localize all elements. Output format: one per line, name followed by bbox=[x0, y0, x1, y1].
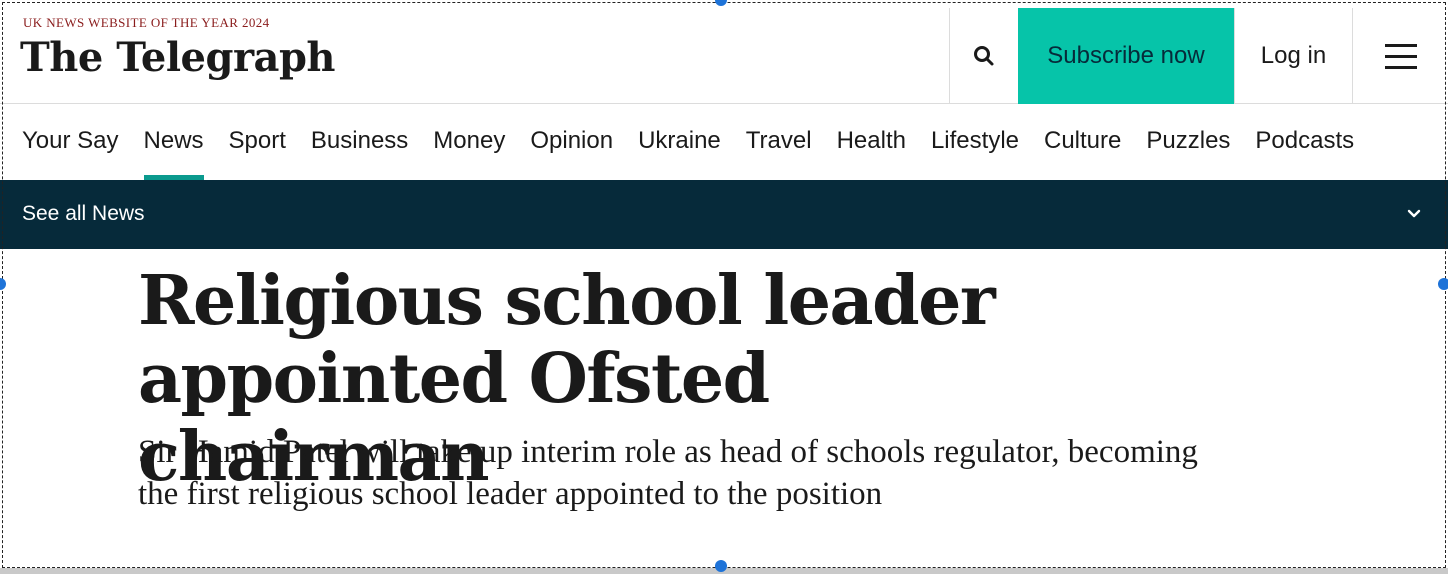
chevron-down-icon[interactable] bbox=[1405, 204, 1423, 222]
award-tagline: UK NEWS WEBSITE OF THE YEAR 2024 bbox=[23, 15, 270, 30]
nav-item-business[interactable]: Business bbox=[311, 104, 408, 180]
subnav-bar[interactable]: See all News bbox=[0, 180, 1448, 249]
menu-button[interactable] bbox=[1352, 8, 1448, 104]
nav-item-news[interactable]: News bbox=[143, 104, 204, 180]
nav-item-your-say[interactable]: Your Say bbox=[22, 104, 119, 180]
nav-item-ukraine[interactable]: Ukraine bbox=[638, 104, 721, 180]
nav-item-opinion[interactable]: Opinion bbox=[530, 104, 613, 180]
nav-item-podcasts[interactable]: Podcasts bbox=[1255, 104, 1354, 180]
hamburger-menu-icon bbox=[1384, 43, 1417, 69]
nav-fade-overlay bbox=[1368, 104, 1448, 180]
login-button[interactable]: Log in bbox=[1234, 8, 1352, 104]
nav-item-lifestyle[interactable]: Lifestyle bbox=[931, 104, 1019, 180]
article-standfirst: Sir Hamid Patel will take up interim rol… bbox=[138, 434, 1198, 512]
subscribe-button[interactable]: Subscribe now bbox=[1018, 8, 1234, 104]
section-nav: Your Say News Sport Business Money Opinion Ukr… bbox=[0, 104, 1448, 180]
nav-item-travel[interactable]: Travel bbox=[746, 104, 812, 180]
telegraph-logo[interactable]: The Telegraph bbox=[20, 34, 336, 81]
section-nav-list: Your Say News Sport Business Money Opinion Ukr… bbox=[22, 104, 1379, 180]
nav-item-money[interactable]: Money bbox=[433, 104, 505, 180]
header-actions: Subscribe now Log in bbox=[949, 8, 1448, 104]
resize-handle-right[interactable] bbox=[1438, 278, 1448, 290]
search-button[interactable] bbox=[949, 8, 1018, 104]
search-icon bbox=[974, 46, 994, 66]
nav-item-health[interactable]: Health bbox=[837, 104, 906, 180]
site-header: UK NEWS WEBSITE OF THE YEAR 2024 The Tel… bbox=[0, 0, 1448, 104]
see-all-news-link[interactable]: See all News bbox=[22, 202, 145, 226]
resize-handle-left[interactable] bbox=[0, 278, 6, 290]
nav-item-puzzles[interactable]: Puzzles bbox=[1146, 104, 1230, 180]
nav-item-culture[interactable]: Culture bbox=[1044, 104, 1121, 180]
nav-item-sport[interactable]: Sport bbox=[229, 104, 286, 180]
resize-handle-bottom[interactable] bbox=[715, 560, 727, 572]
